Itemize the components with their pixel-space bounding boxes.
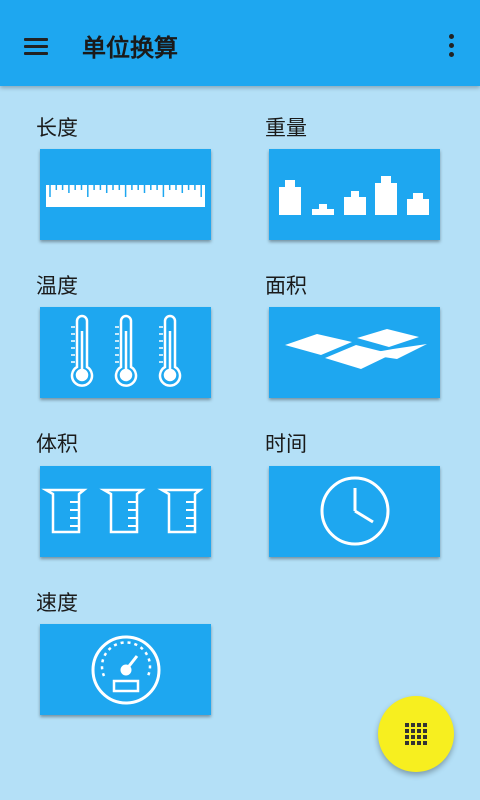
clock-icon: [320, 476, 390, 546]
category-card-area[interactable]: [269, 307, 440, 398]
speedometer-icon: [91, 635, 161, 705]
page-title: 单位换算: [82, 34, 178, 62]
category-label-length: 长度: [36, 116, 78, 140]
category-card-weight[interactable]: [269, 149, 440, 240]
weights-icon: [279, 176, 429, 215]
grid-fab-button[interactable]: [378, 696, 454, 772]
thermometers-icon: [70, 314, 182, 387]
hamburger-menu-icon[interactable]: [18, 27, 58, 67]
app-bar: 单位换算: [0, 0, 480, 86]
category-card-time[interactable]: [269, 466, 440, 557]
category-label-time: 时间: [265, 432, 307, 456]
area-tiles-icon: [285, 329, 427, 369]
category-label-volume: 体积: [36, 432, 78, 456]
category-label-speed: 速度: [36, 591, 78, 615]
category-card-speed[interactable]: [40, 624, 211, 715]
category-card-temperature[interactable]: [40, 307, 211, 398]
beakers-icon: [41, 488, 204, 534]
category-card-volume[interactable]: [40, 466, 211, 557]
category-label-area: 面积: [265, 274, 307, 298]
category-card-length[interactable]: [40, 149, 211, 240]
category-label-weight: 重量: [265, 116, 307, 140]
category-label-temperature: 温度: [36, 274, 78, 298]
ruler-icon: [46, 185, 205, 207]
grid-icon: [405, 723, 427, 745]
more-vert-icon[interactable]: [440, 30, 464, 62]
